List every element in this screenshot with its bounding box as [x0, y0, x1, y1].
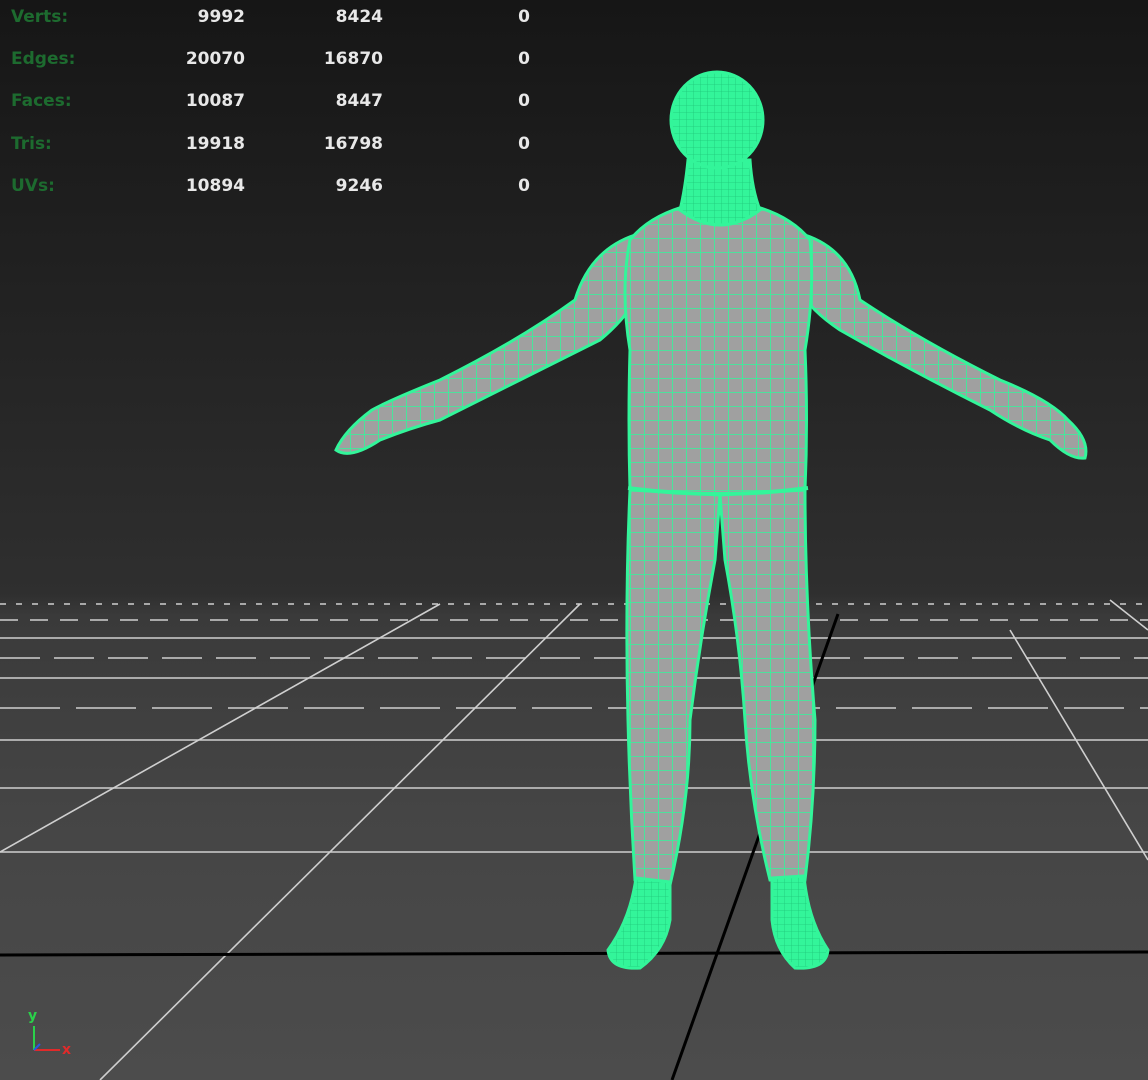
- stat-value: 0: [518, 91, 530, 111]
- 3d-viewport[interactable]: Verts: 9992 8424 0 Edges: 20070 16870 0 …: [0, 0, 1148, 1080]
- torso: [623, 203, 814, 497]
- stat-label: UVs:: [11, 176, 55, 196]
- stat-value: 9246: [335, 176, 383, 196]
- stat-row-faces: Faces: 10087 8447 0: [0, 86, 560, 116]
- floor-grid: [0, 599, 1148, 1080]
- stat-value: 8424: [335, 7, 383, 27]
- axis-y-label: y: [28, 1008, 37, 1024]
- head: [669, 70, 765, 170]
- stat-label: Edges:: [11, 49, 76, 69]
- stat-value: 8447: [335, 91, 383, 111]
- stat-value: 0: [518, 176, 530, 196]
- right-leg: [718, 488, 817, 882]
- left-arm: [334, 232, 642, 455]
- axis-gizmo-icon: y x: [28, 1008, 71, 1058]
- stat-value: 20070: [185, 49, 245, 69]
- floor-major-lines: [0, 613, 1148, 1080]
- stat-value: 10894: [185, 176, 245, 196]
- stat-value: 16870: [323, 49, 383, 69]
- stat-label: Faces:: [11, 91, 72, 111]
- stat-value: 0: [518, 7, 530, 27]
- stat-value: 10087: [185, 91, 245, 111]
- stat-value: 9992: [197, 7, 245, 27]
- stat-row-tris: Tris: 19918 16798 0: [0, 129, 560, 159]
- stat-row-verts: Verts: 9992 8424 0: [0, 2, 560, 32]
- stat-row-uvs: UVs: 10894 9246 0: [0, 171, 560, 201]
- stat-value: 0: [518, 134, 530, 154]
- left-leg: [625, 488, 722, 887]
- right-arm: [798, 232, 1088, 460]
- stat-value: 0: [518, 49, 530, 69]
- stat-label: Tris:: [11, 134, 52, 154]
- poly-count-hud: Verts: 9992 8424 0 Edges: 20070 16870 0 …: [0, 0, 560, 210]
- stat-row-edges: Edges: 20070 16870 0: [0, 44, 560, 74]
- axis-x-label: x: [62, 1042, 71, 1058]
- stat-label: Verts:: [11, 7, 69, 27]
- neck: [678, 158, 762, 227]
- stat-value: 16798: [323, 134, 383, 154]
- stat-value: 19918: [185, 134, 245, 154]
